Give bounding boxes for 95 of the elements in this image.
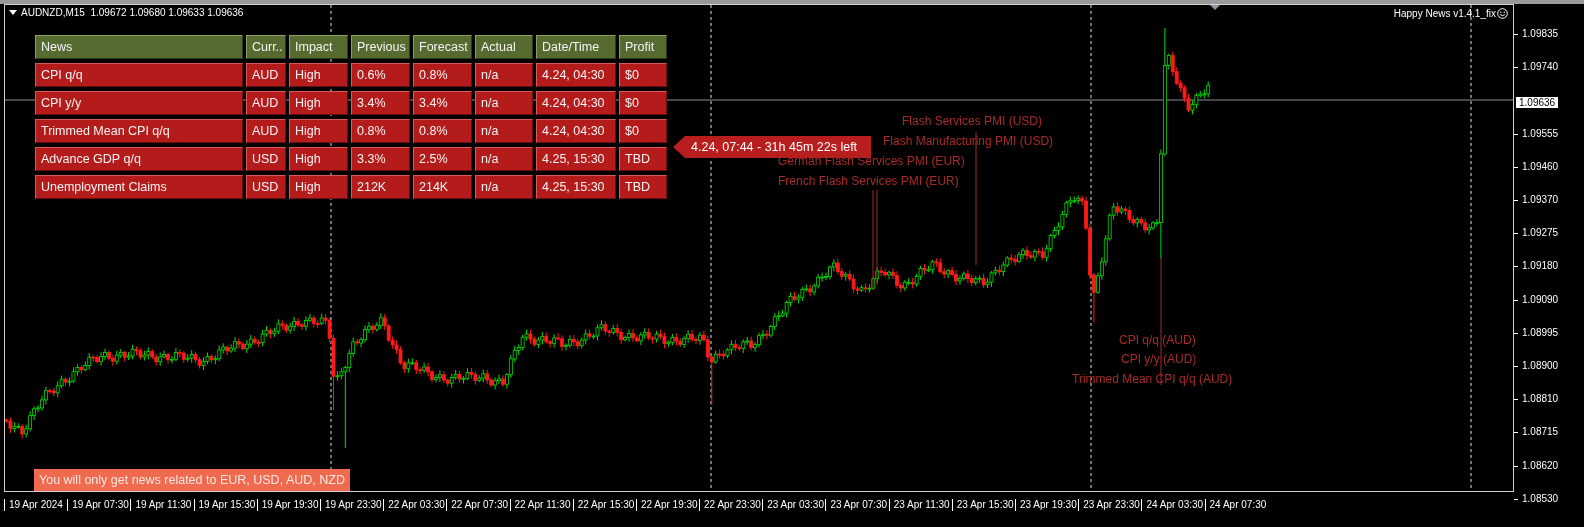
table-cell: 4.25, 15:30 — [536, 147, 616, 171]
table-cell: 214K — [413, 175, 472, 199]
table-cell: $0 — [619, 119, 667, 143]
table-cell: 2.5% — [413, 147, 472, 171]
table-cell: 3.3% — [351, 147, 410, 171]
time-label: 22 Apr 15:30 — [572, 498, 636, 511]
table-cell: $0 — [619, 91, 667, 115]
table-cell: 4.24, 04:30 — [536, 91, 616, 115]
column-header[interactable]: Curr.. — [246, 35, 286, 59]
time-label: 19 Apr 07:30 — [67, 498, 131, 511]
table-cell: TBD — [619, 175, 667, 199]
table-cell: 4.24, 04:30 — [536, 119, 616, 143]
time-label: 23 Apr 19:30 — [1015, 498, 1079, 511]
column-header[interactable]: News — [35, 35, 243, 59]
current-price-label: 1.09636 — [1516, 97, 1559, 108]
price-label: 1.09090 — [1514, 293, 1559, 305]
price-label: 1.09835 — [1514, 28, 1559, 39]
event-label: French Flash Services PMI (EUR) — [778, 174, 959, 188]
price-label: 1.08620 — [1514, 459, 1559, 471]
table-cell: n/a — [475, 147, 533, 171]
column-header[interactable]: Profit — [619, 35, 667, 59]
table-cell: AUD — [246, 119, 286, 143]
price-label: 1.09275 — [1514, 227, 1559, 239]
table-cell: High — [289, 147, 348, 171]
time-label: 19 Apr 11:30 — [130, 498, 194, 511]
table-cell: USD — [246, 147, 286, 171]
time-label: 22 Apr 23:30 — [699, 498, 763, 511]
table-cell: CPI q/q — [35, 63, 243, 87]
table-cell: Unemployment Claims — [35, 175, 243, 199]
table-cell: High — [289, 91, 348, 115]
table-cell: 0.8% — [413, 63, 472, 87]
time-label: 23 Apr 03:30 — [762, 498, 826, 511]
table-cell: 212K — [351, 175, 410, 199]
column-header[interactable]: Date/Time — [536, 35, 616, 59]
table-cell: TBD — [619, 147, 667, 171]
table-cell: CPI y/y — [35, 91, 243, 115]
price-label: 1.09370 — [1514, 194, 1559, 205]
event-label: Trimmed Mean CPI q/q (AUD) — [1072, 372, 1233, 386]
table-cell: Trimmed Mean CPI q/q — [35, 119, 243, 143]
price-label: 1.08995 — [1514, 326, 1559, 338]
caret-icon[interactable] — [9, 10, 17, 15]
table-cell: 0.8% — [351, 119, 410, 143]
table-cell: High — [289, 63, 348, 87]
price-label: 1.09180 — [1514, 260, 1559, 272]
time-label: 23 Apr 15:30 — [951, 498, 1015, 511]
table-cell: AUD — [246, 91, 286, 115]
price-label: 1.08530 — [1514, 492, 1559, 504]
time-label: 22 Apr 03:30 — [383, 498, 447, 511]
table-cell: 4.25, 15:30 — [536, 175, 616, 199]
column-header[interactable]: Actual — [475, 35, 533, 59]
table-cell: n/a — [475, 119, 533, 143]
table-cell: $0 — [619, 63, 667, 87]
table-cell: High — [289, 175, 348, 199]
time-label: 19 Apr 15:30 — [193, 498, 257, 511]
time-label: 22 Apr 07:30 — [446, 498, 510, 511]
smiley-icon — [1497, 8, 1508, 19]
event-label: CPI q/q (AUD) — [1119, 333, 1196, 347]
time-label: 19 Apr 2024 — [4, 498, 68, 511]
event-label: Flash Services PMI (USD) — [902, 114, 1043, 128]
table-cell: 3.4% — [351, 91, 410, 115]
price-label: 1.08900 — [1514, 360, 1559, 371]
time-label: 23 Apr 11:30 — [888, 498, 952, 511]
column-header[interactable]: Impact — [289, 35, 348, 59]
time-label: 23 Apr 07:30 — [825, 498, 889, 511]
time-label: 22 Apr 11:30 — [509, 498, 573, 511]
event-label: Flash Manufacturing PMI (USD) — [883, 134, 1054, 148]
table-cell: n/a — [475, 91, 533, 115]
table-cell: n/a — [475, 63, 533, 87]
indicator-label: Happy News v1.4.1_fix — [1393, 8, 1496, 19]
table-cell: n/a — [475, 175, 533, 199]
table-cell: Advance GDP q/q — [35, 147, 243, 171]
countdown-label: 4.24, 07:44 - 31h 45m 22s left — [673, 136, 872, 158]
price-label: 1.09740 — [1514, 61, 1559, 73]
price-label: 1.08715 — [1514, 426, 1559, 438]
price-label: 1.09555 — [1514, 127, 1559, 139]
time-label: 24 Apr 03:30 — [1141, 498, 1205, 511]
time-label: 22 Apr 19:30 — [635, 498, 700, 511]
notice-banner: You will only get news related to EUR, USD, AUD, NZD — [34, 469, 350, 491]
table-cell: USD — [246, 175, 286, 199]
table-cell: AUD — [246, 63, 286, 87]
symbol-info: AUDNZD,M15 1.09672 1.09680 1.09633 1.09636 — [21, 7, 244, 18]
table-cell: High — [289, 119, 348, 143]
event-label: CPI y/y (AUD) — [1121, 352, 1197, 366]
table-cell: 0.6% — [351, 63, 410, 87]
table-cell: 3.4% — [413, 91, 472, 115]
price-label: 1.09460 — [1514, 160, 1559, 172]
time-label: 19 Apr 19:30 — [256, 498, 320, 511]
table-cell: 4.24, 04:30 — [536, 63, 616, 87]
price-label: 1.08810 — [1514, 393, 1559, 405]
table-cell: 0.8% — [413, 119, 472, 143]
time-label: 19 Apr 23:30 — [319, 498, 384, 511]
time-label: 24 Apr 07:30 — [1204, 498, 1268, 511]
column-header[interactable]: Previous — [351, 35, 410, 59]
time-label: 23 Apr 23:30 — [1078, 498, 1142, 511]
column-header[interactable]: Forecast — [413, 35, 472, 59]
